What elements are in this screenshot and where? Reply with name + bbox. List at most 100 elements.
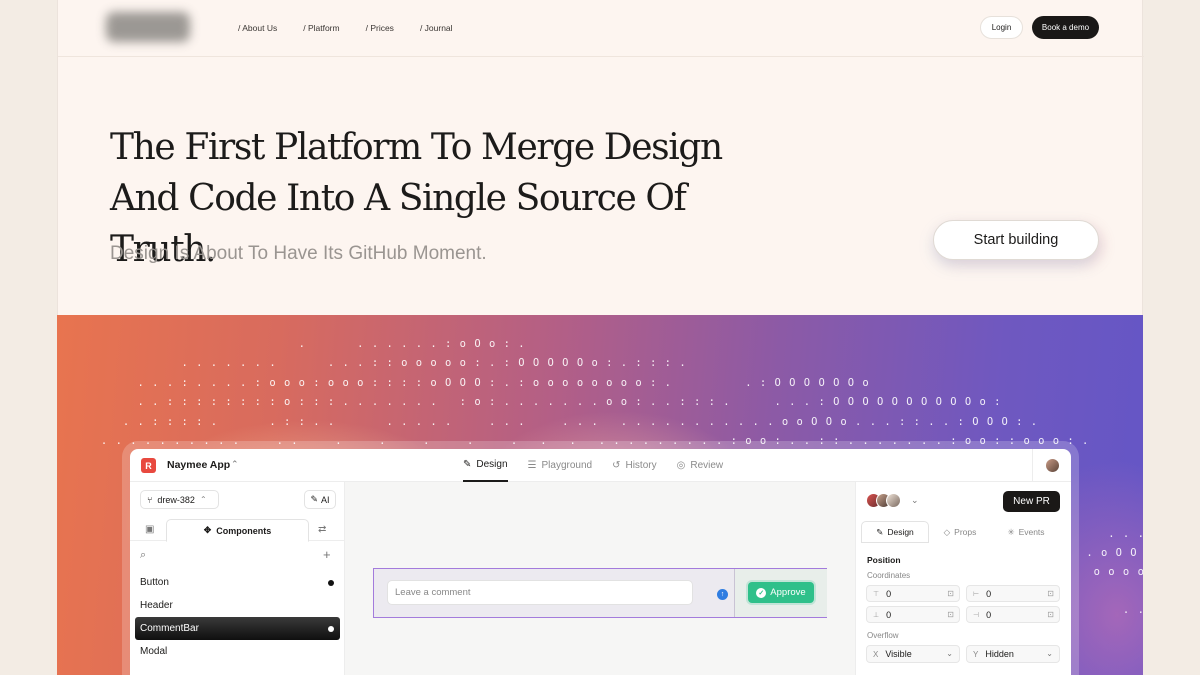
tab-history-label: History [625,460,657,471]
align-bottom-icon: ⊥ [873,611,880,619]
tab-review[interactable]: ◎ Review [677,449,724,482]
coord-value: 0 [986,588,992,599]
design-icon: ✎ [463,459,472,470]
overflow-y-value: Hidden [985,649,1014,659]
design-icon: ✎ [876,526,884,537]
coord-top-field[interactable]: ⊤ 0 ⊡ [866,585,960,602]
app-window: R Naymee App ⌃ ✎ Design ☰ Playground ↺ H… [130,449,1071,675]
nav-link-prices[interactable]: / Prices [366,23,394,33]
list-item-label: CommentBar [140,623,199,634]
list-item[interactable]: Button [135,571,340,594]
tab-label: Design [887,527,914,537]
tab-design[interactable]: ✎ Design [463,449,508,482]
book-demo-button[interactable]: Book a demo [1032,16,1099,39]
branch-selector[interactable]: ⑂ drew-382 ⌃ [140,490,219,509]
layers-icon[interactable]: ▣ [145,524,154,535]
comment-placeholder: Leave a comment [395,587,471,598]
branch-icon: ⑂ [147,494,153,505]
brand-logo[interactable] [106,12,190,42]
user-avatar-button[interactable] [1032,449,1071,482]
inspector-panel: ⌄ New PR ✎ Design ◇ Props ✳ Events Posit… [855,482,1071,675]
list-item[interactable]: Modal [135,640,340,663]
approve-area: ✓ Approve [734,569,827,617]
search-icon[interactable]: ⌕ [140,549,146,562]
branch-name: drew-382 [157,494,195,505]
tab-inspector-design[interactable]: ✎ Design [861,521,929,543]
props-icon: ◇ [943,526,951,537]
align-right-icon: ⊣ [973,611,980,619]
swap-icon[interactable]: ⇄ [318,524,326,535]
list-item[interactable]: Header [135,594,340,617]
hero-subtitle: Design Is About To Have Its GitHub Momen… [110,243,487,264]
coord-left-field[interactable]: ⊢ 0 ⊡ [966,585,1060,602]
chevron-down-icon: ⌄ [946,649,953,658]
overflow-y-axis: Y [973,649,979,659]
tab-label: Props [954,527,977,537]
tab-playground[interactable]: ☰ Playground [528,449,593,482]
list-item-selected[interactable]: CommentBar [135,617,340,640]
target-icon[interactable]: ⊡ [1047,610,1054,619]
nav-links: / About Us / Platform / Prices / Journal [238,23,453,33]
overflow-x-value: Visible [885,649,912,659]
nav-link-about[interactable]: / About Us [238,23,277,33]
target-icon[interactable]: ⊡ [947,610,954,619]
status-dot [328,625,334,632]
coord-right-field[interactable]: ⊣ 0 ⊡ [966,606,1060,623]
app-logo: R [141,458,156,473]
status-dot [328,579,334,586]
approve-label: Approve [770,587,806,598]
add-component-icon[interactable]: + [323,547,331,562]
overflow-x-select[interactable]: X Visible ⌄ [866,645,960,663]
chevron-updown-icon[interactable]: ⌃ [231,459,239,470]
list-item-label: Header [140,600,173,611]
tab-label: Events [1018,527,1045,537]
tab-components-label: Components [216,525,272,536]
tab-components[interactable]: ✥ Components [166,519,309,542]
target-icon[interactable]: ⊡ [947,589,954,598]
new-pr-button[interactable]: New PR [1003,491,1060,512]
align-left-icon: ⊢ [973,590,980,598]
start-building-button[interactable]: Start building [933,220,1099,260]
ai-label: AI [321,494,330,505]
tab-props[interactable]: ◇ Props [929,521,991,543]
top-nav: / About Us / Platform / Prices / Journal… [58,0,1144,57]
coordinates-label: Coordinates [867,571,911,580]
list-item-label: Button [140,577,169,588]
coord-value: 0 [886,588,892,599]
collaborator-avatars[interactable] [866,493,901,508]
login-button[interactable]: Login [980,16,1023,39]
align-top-icon: ⊤ [873,590,880,598]
overflow-y-select[interactable]: Y Hidden ⌄ [966,645,1060,663]
nav-link-platform[interactable]: / Platform [303,23,339,33]
sidebar-tabs: ▣ ✥ Components ⇄ [130,519,345,542]
approve-button[interactable]: ✓ Approve [748,582,814,603]
app-tabs: ✎ Design ☰ Playground ↺ History ◎ Review [463,449,723,482]
app-name[interactable]: Naymee App [167,459,230,471]
components-icon: ✥ [203,525,212,535]
coord-bottom-field[interactable]: ⊥ 0 ⊡ [866,606,960,623]
tab-history[interactable]: ↺ History [612,449,657,482]
ai-button[interactable]: ✎ AI [304,490,336,509]
app-toolbar: R Naymee App ⌃ ✎ Design ☰ Playground ↺ H… [130,449,1071,482]
chevron-down-icon[interactable]: ⌄ [911,495,919,506]
target-icon[interactable]: ⊡ [1047,589,1054,598]
inspector-tabs: ✎ Design ◇ Props ✳ Events [861,521,1067,543]
tab-events[interactable]: ✳ Events [991,521,1061,543]
coord-value: 0 [886,609,892,620]
avatar [1044,458,1060,473]
tab-design-label: Design [476,459,508,470]
tab-review-label: Review [690,460,724,471]
ai-edit-icon: ✎ [310,494,319,504]
events-icon: ✳ [1007,526,1015,537]
position-heading: Position [867,555,901,565]
chevron-updown-icon: ⌃ [199,495,207,504]
comment-input[interactable]: Leave a comment ↑ [387,580,728,605]
ascii-art: . . . . . . . : o O o : . . . . . . . . … [100,337,1090,448]
commentbar-component[interactable]: Leave a comment ↑ ✓ Approve [373,568,827,618]
history-icon: ↺ [612,460,621,471]
nav-link-journal[interactable]: / Journal [420,23,453,33]
design-canvas[interactable]: Leave a comment ↑ ✓ Approve [345,482,855,675]
avatar [886,493,901,508]
component-sidebar: ⑂ drew-382 ⌃ ✎ AI ▣ ✥ Components ⇄ ⌕ + B… [130,482,345,675]
send-icon[interactable]: ↑ [717,589,728,600]
